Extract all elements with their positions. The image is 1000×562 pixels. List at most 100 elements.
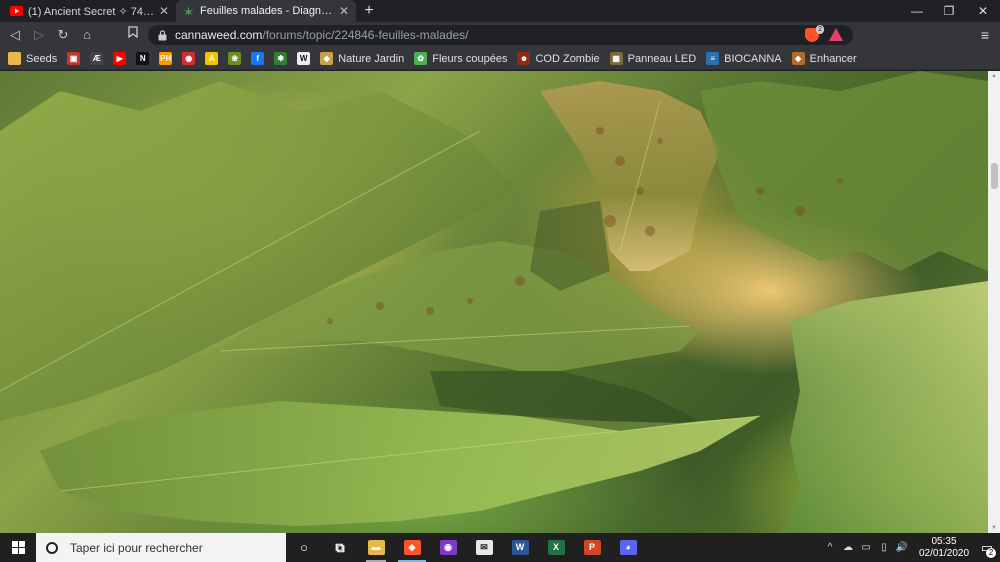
taskbar-tor-browser-button[interactable]: ◉	[430, 533, 466, 562]
scroll-down-icon[interactable]: ▼	[991, 525, 997, 531]
bookmark-plant-app[interactable]: ❀	[228, 52, 242, 65]
bookmark-biocanna[interactable]: ≡ BIOCANNA	[706, 52, 782, 65]
taskbar-brave-browser-button[interactable]: ◈	[394, 533, 430, 562]
cannabis-leaf-icon	[183, 6, 194, 17]
clock-time: 05:35	[931, 535, 957, 547]
start-button[interactable]	[0, 533, 36, 562]
word-icon: W	[511, 540, 529, 555]
taskbar-excel-button[interactable]: X	[538, 533, 574, 562]
bookmark-red-app[interactable]: ◉	[182, 52, 196, 65]
powerpoint-icon: P	[583, 540, 601, 555]
taskbar-file-explorer-button[interactable]: ▬	[358, 533, 394, 562]
taskbar-mail-button[interactable]: ✉	[466, 533, 502, 562]
page-content-image	[0, 71, 988, 533]
excel-icon: X	[547, 540, 565, 555]
gift-icon: ▣	[67, 52, 81, 65]
new-tab-button[interactable]: +	[360, 2, 378, 20]
brave-browser-icon: ◈	[403, 540, 421, 555]
close-tab-icon[interactable]: ✕	[158, 4, 170, 18]
bookmark-page-button[interactable]	[124, 26, 142, 44]
bookmark-wikipedia[interactable]: W	[297, 52, 311, 65]
tor-browser-icon: ◉	[439, 540, 457, 555]
scrollbar-thumb[interactable]	[991, 163, 998, 189]
clock-date: 02/01/2020	[918, 547, 970, 559]
netflix-icon: N	[136, 52, 150, 65]
bookmark-facebook[interactable]: f	[251, 52, 265, 65]
bookmark-cod-zombie[interactable]: ☻ COD Zombie	[517, 52, 600, 65]
taskbar-word-button[interactable]: W	[502, 533, 538, 562]
reload-button[interactable]: ↻	[54, 26, 72, 44]
notification-center-button[interactable]: ▭ 2	[974, 540, 1000, 558]
tab-strip: (1) Ancient Secret ✧ 741Hz + 852Hz ✕ Feu…	[0, 0, 1000, 22]
tab-cannaweed[interactable]: Feuilles malades - Diagnostics en cultur…	[176, 0, 356, 22]
leaf-bottom-right	[780, 281, 988, 533]
tab-youtube[interactable]: (1) Ancient Secret ✧ 741Hz + 852Hz ✕	[4, 0, 176, 22]
bookmark-gift[interactable]: ▣	[67, 52, 81, 65]
led-panel-icon: ▦	[609, 52, 623, 65]
bookmark-label: BIOCANNA	[724, 52, 782, 65]
bookmark-warning-app[interactable]: A	[205, 52, 219, 65]
battery-icon[interactable]: ▯	[876, 542, 892, 553]
menu-button[interactable]: ≡	[976, 26, 994, 44]
task-view-icon: ⧉	[335, 540, 345, 555]
shield-count: 2	[816, 25, 824, 34]
bookmark-youtube[interactable]: ▶	[113, 52, 127, 65]
taskbar-discord-button[interactable]: ◕	[610, 533, 646, 562]
bookmark-icon	[128, 26, 138, 39]
bookmark-label: Panneau LED	[627, 52, 697, 65]
address-bar[interactable]: cannaweed.com/forums/topic/224846-feuill…	[148, 25, 853, 45]
plant-app-icon: ❀	[228, 52, 242, 65]
biocanna-icon: ≡	[706, 52, 720, 65]
notification-count: 2	[986, 547, 996, 558]
minimize-button[interactable]: —	[900, 0, 934, 22]
url-path: /forums/topic/224846-feuilles-malades/	[262, 28, 469, 42]
bookmark-cannabis-leaf[interactable]: ✱	[274, 52, 288, 65]
taskbar-task-view-button[interactable]: ⧉	[322, 533, 358, 562]
taskbar-search-box[interactable]: Taper ici pour rechercher	[36, 533, 286, 562]
close-tab-icon[interactable]: ✕	[338, 4, 350, 18]
home-button[interactable]: ⌂	[78, 26, 96, 44]
bookmark-enhancer[interactable]: ◈ Enhancer	[791, 52, 857, 65]
search-placeholder: Taper ici pour rechercher	[70, 540, 203, 555]
windows-logo-icon	[11, 541, 25, 554]
network-icon[interactable]: ▭	[858, 542, 874, 553]
flower-icon: ✿	[414, 52, 428, 65]
bookmark-netflix[interactable]: N	[136, 52, 150, 65]
scroll-up-icon[interactable]: ▲	[991, 73, 997, 79]
brave-shield-icon[interactable]: 2	[805, 25, 824, 42]
volume-icon[interactable]: 🔊	[894, 542, 910, 553]
tray-chevron-icon[interactable]: ^	[822, 542, 838, 553]
url-domain: cannaweed.com	[175, 28, 263, 42]
lock-icon	[158, 29, 167, 40]
bookmarks-bar: Seeds ▣ Æ ▶ N PH ◉ A ❀ f ✱ W ◆ Nature Jardin ✿ Fleurs c…	[0, 48, 1000, 70]
file-explorer-icon: ▬	[367, 540, 385, 555]
youtube-icon: ▶	[113, 52, 127, 65]
bookmark-panneau-led[interactable]: ▦ Panneau LED	[609, 52, 697, 65]
red-app-icon: ◉	[182, 52, 196, 65]
taskbar-powerpoint-button[interactable]: P	[574, 533, 610, 562]
onedrive-cloud-icon[interactable]: ☁	[840, 542, 856, 553]
forward-button[interactable]: ▷	[30, 26, 48, 44]
page-scrollbar[interactable]: ▲ ▼	[988, 71, 1000, 533]
system-tray: ^ ☁ ▭ ▯ 🔊 05:35 02/01/2020 ▭ 2	[820, 533, 1000, 562]
bookmark-label: Nature Jardin	[338, 52, 405, 65]
brave-rewards-icon[interactable]	[829, 28, 843, 41]
url-text: cannaweed.com/forums/topic/224846-feuill…	[175, 28, 469, 42]
clock[interactable]: 05:35 02/01/2020	[914, 536, 974, 560]
warning-app-icon: A	[205, 52, 219, 65]
back-button[interactable]: ◁	[6, 26, 24, 44]
bookmark-label: Fleurs coupées	[432, 52, 508, 65]
folder-icon	[8, 52, 21, 65]
bookmark-fleurs-coup-es[interactable]: ✿ Fleurs coupées	[414, 52, 507, 65]
cortana-icon: ○	[300, 540, 308, 555]
restore-button[interactable]: ❐	[932, 0, 966, 22]
youtube-icon	[10, 6, 23, 16]
close-window-button[interactable]: ✕	[966, 0, 1000, 22]
wikipedia-icon: W	[297, 52, 311, 65]
taskbar-cortana-button[interactable]: ○	[286, 533, 322, 562]
bookmark-pornhub[interactable]: PH	[159, 52, 173, 65]
bookmark-seeds[interactable]: Seeds	[8, 52, 57, 65]
bookmark-ae[interactable]: Æ	[90, 52, 104, 65]
discord-icon: ◕	[619, 540, 637, 555]
bookmark-nature-jardin[interactable]: ◆ Nature Jardin	[320, 52, 404, 65]
